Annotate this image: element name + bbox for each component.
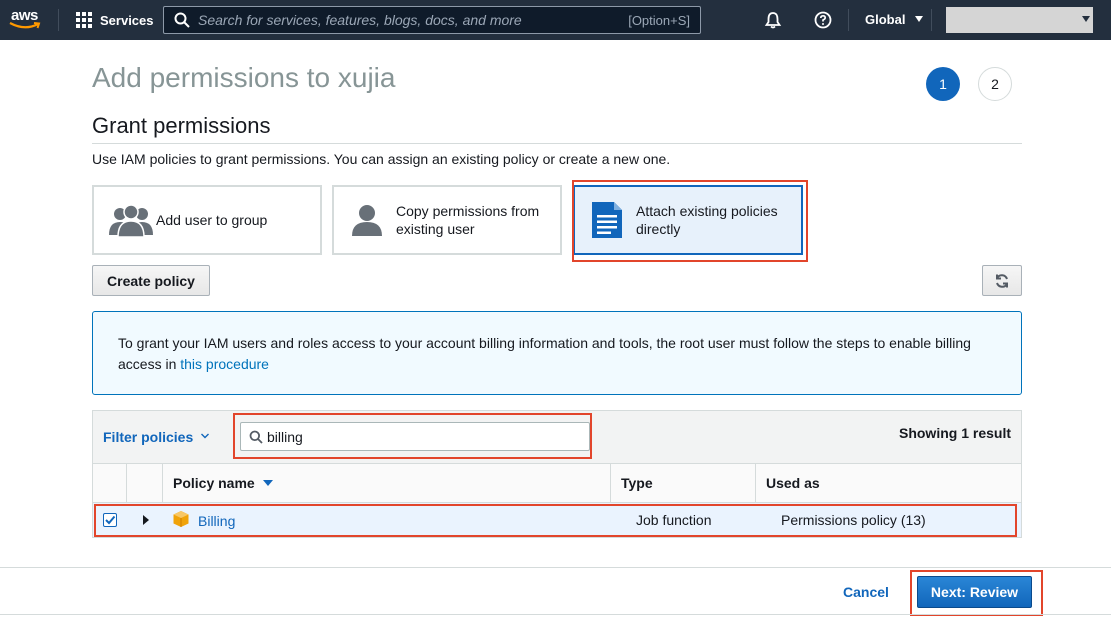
option-add-user-to-group[interactable]: Add user to group: [92, 185, 322, 255]
option-label: Copy permissions from existing user: [396, 203, 540, 237]
policy-type-cell: Job function: [636, 512, 712, 528]
chevron-down-icon[interactable]: [201, 432, 209, 440]
chevron-down-icon: [915, 16, 924, 22]
cancel-button[interactable]: Cancel: [843, 584, 889, 600]
nav-divider: [931, 9, 932, 31]
column-divider: [755, 464, 756, 502]
aws-smile-icon: [9, 22, 41, 29]
column-divider: [126, 464, 127, 502]
grid-icon: [76, 12, 92, 28]
column-divider: [162, 464, 163, 502]
global-search-input[interactable]: [198, 12, 608, 28]
search-shortcut-hint: [Option+S]: [628, 13, 690, 28]
result-count: Showing 1 result: [898, 425, 1011, 441]
policy-name-link[interactable]: Billing: [198, 513, 235, 529]
region-label: Global: [865, 12, 906, 27]
table-row[interactable]: Billing Job function Permissions policy …: [93, 503, 1021, 537]
sort-descending-icon: [262, 480, 273, 486]
column-header-used-as: Used as: [766, 475, 820, 491]
region-selector[interactable]: Global: [865, 12, 924, 27]
refresh-button[interactable]: [982, 265, 1022, 296]
section-description: Use IAM policies to grant permissions. Y…: [92, 151, 671, 167]
chevron-down-icon: [1082, 16, 1090, 22]
column-header-type: Type: [621, 475, 653, 491]
help-icon[interactable]: [814, 11, 832, 29]
wizard-step-1[interactable]: 1: [926, 67, 960, 101]
billing-info-alert: To grant your IAM users and roles access…: [92, 311, 1022, 395]
aws-logo[interactable]: aws: [9, 7, 45, 33]
row-checkbox[interactable]: [103, 513, 117, 527]
footer-divider: [0, 614, 1111, 615]
policies-table: Filter policies Showing 1 result Policy …: [92, 410, 1022, 538]
column-divider: [610, 464, 611, 502]
account-menu[interactable]: [946, 7, 1093, 33]
procedure-link[interactable]: this procedure: [180, 356, 269, 372]
column-header-label: Policy name: [173, 475, 255, 491]
top-navigation-bar: aws Services [Option+S] Global: [0, 0, 1111, 40]
notifications-bell-icon[interactable]: [764, 11, 782, 29]
document-icon: [592, 202, 622, 238]
search-icon: [174, 12, 190, 28]
user-icon: [352, 205, 382, 236]
page-title: Add permissions to xujia: [92, 62, 396, 93]
option-label: Attach existing policies directly: [636, 203, 778, 237]
nav-divider: [848, 9, 849, 31]
column-header-policy-name[interactable]: Policy name: [173, 464, 273, 502]
option-attach-policies[interactable]: Attach existing policies directly: [573, 185, 803, 255]
wizard-step-2[interactable]: 2: [978, 67, 1012, 101]
table-toolbar: Filter policies Showing 1 result: [93, 411, 1021, 463]
refresh-icon: [996, 273, 1008, 288]
services-label: Services: [100, 12, 154, 28]
checkmark-icon: [105, 515, 116, 525]
option-copy-permissions[interactable]: Copy permissions from existing user: [332, 185, 562, 255]
footer-divider: [0, 567, 1111, 568]
section-divider: [92, 143, 1022, 144]
table-header: Policy name Type Used as: [93, 463, 1021, 503]
section-title: Grant permissions: [92, 113, 271, 138]
next-review-button[interactable]: Next: Review: [917, 576, 1032, 608]
nav-divider: [58, 9, 59, 31]
filter-policies-dropdown[interactable]: Filter policies: [103, 429, 193, 445]
policy-filter-box[interactable]: [240, 422, 590, 451]
expand-row-icon[interactable]: [143, 515, 149, 525]
users-group-icon: [109, 204, 153, 237]
info-text: To grant your IAM users and roles access…: [118, 333, 998, 375]
create-policy-button[interactable]: Create policy: [92, 265, 210, 296]
global-search-box[interactable]: [Option+S]: [163, 6, 701, 34]
aws-managed-policy-icon: [173, 511, 189, 527]
services-menu-button[interactable]: Services: [76, 10, 154, 30]
policy-filter-input[interactable]: [267, 428, 567, 445]
search-icon: [249, 430, 263, 444]
policy-used-as-cell: Permissions policy (13): [781, 512, 926, 528]
option-label: Add user to group: [156, 212, 268, 228]
